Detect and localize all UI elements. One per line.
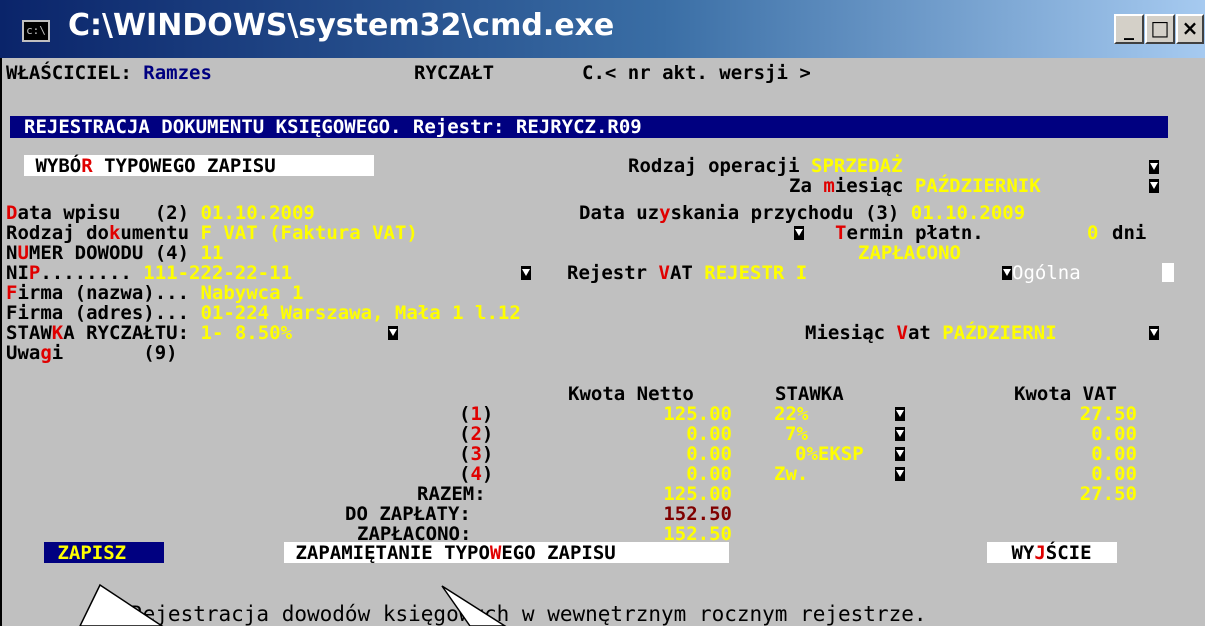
console-window: c:\ C:\WINDOWS\system32\cmd.exe _ □ × WŁ…	[0, 0, 1205, 626]
save-callout-arrow	[79, 583, 164, 626]
remember-callout-arrow	[441, 585, 507, 626]
callout-arrows	[79, 583, 507, 626]
